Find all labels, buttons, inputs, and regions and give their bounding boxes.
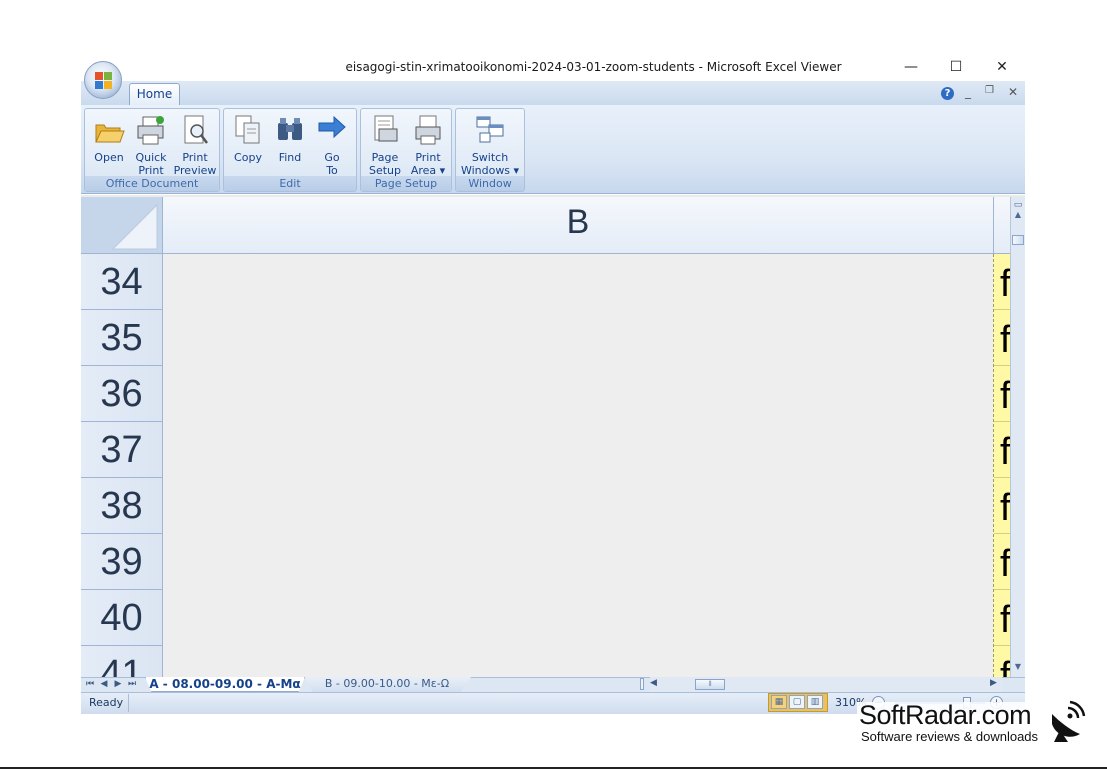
column-header-b[interactable]: B <box>163 197 993 254</box>
first-sheet-icon[interactable]: ⏮ <box>84 678 96 691</box>
group-label: Window <box>456 176 524 191</box>
horizontal-scroll-thumb[interactable]: ⦀ <box>695 679 725 690</box>
sheet-tab-a[interactable]: A - 08.00-09.00 - Α-Μα <box>145 677 305 692</box>
group-label: Page Setup <box>361 176 451 191</box>
page-setup-icon <box>374 115 398 142</box>
cell[interactable]: f <box>994 366 1010 422</box>
page-layout-view-icon[interactable]: ▢ <box>789 695 805 709</box>
scroll-left-arrow-icon[interactable]: ◀ <box>650 678 657 688</box>
normal-view-icon[interactable]: ▦ <box>771 695 787 709</box>
binoculars-icon <box>278 118 302 140</box>
vertical-scrollbar[interactable]: ▭ ▲ ▼ <box>1010 197 1025 677</box>
cell[interactable]: f <box>994 310 1010 366</box>
print-area-icon <box>415 115 441 145</box>
group-edit: Copy Find Go To Edit <box>223 108 357 192</box>
row-header[interactable]: 40 <box>81 590 163 646</box>
column-header-label: B <box>566 203 590 241</box>
row-header[interactable]: 37 <box>81 422 163 478</box>
close-button[interactable]: ✕ <box>982 56 1022 78</box>
previous-sheet-icon[interactable]: ◀ <box>98 678 110 691</box>
status-ready-text: Ready <box>89 696 124 709</box>
row-header[interactable]: 34 <box>81 254 163 310</box>
cell[interactable]: f <box>994 254 1010 310</box>
page-setup-button[interactable]: Page Setup <box>364 113 406 177</box>
workbook-close-button[interactable]: ✕ <box>1008 85 1018 99</box>
vertical-scroll-thumb[interactable] <box>1012 235 1024 245</box>
select-all-corner[interactable] <box>81 197 163 254</box>
tab-home[interactable]: Home <box>129 83 180 105</box>
quick-print-button[interactable]: Quick Print <box>131 113 171 177</box>
office-logo-icon <box>95 72 112 89</box>
row-header[interactable]: 41 <box>81 646 163 677</box>
open-folder-icon <box>95 124 125 143</box>
row-header[interactable]: 35 <box>81 310 163 366</box>
group-label: Office Document <box>85 176 219 191</box>
ribbon-tab-strip <box>81 81 1025 106</box>
sheet-tab-b[interactable]: B - 09.00-10.00 - Με-Ω <box>303 677 471 692</box>
office-button[interactable] <box>84 61 122 99</box>
workbook-minimize-button[interactable]: _ <box>965 85 971 99</box>
print-area-button[interactable]: Print Area ▾ <box>408 113 448 177</box>
page-break-preview-icon[interactable]: ▥ <box>807 695 823 709</box>
switch-windows-button[interactable]: Switch Windows ▾ <box>459 113 521 177</box>
cell[interactable]: f <box>994 534 1010 590</box>
go-to-button[interactable]: Go To <box>312 113 352 177</box>
scroll-down-arrow-icon[interactable]: ▼ <box>1012 661 1024 673</box>
cell[interactable]: f <box>994 646 1010 677</box>
column-header-c[interactable] <box>993 197 1010 254</box>
minimize-button[interactable]: — <box>891 56 931 78</box>
window-title: eisagogi-stin-xrimatooikonomi-2024-03-01… <box>345 60 842 74</box>
watermark-name: SoftRadar.com <box>859 700 1032 730</box>
column-c-cells[interactable]: f f f f f f f f <box>993 254 1010 677</box>
group-page-setup: Page Setup Print Area ▾ Page Setup <box>360 108 452 192</box>
group-window: Switch Windows ▾ Window <box>455 108 525 192</box>
watermark-tagline: Software reviews & downloads <box>861 729 1039 744</box>
cell[interactable]: f <box>994 478 1010 534</box>
maximize-button[interactable]: ☐ <box>936 56 976 78</box>
copy-button[interactable]: Copy <box>226 113 270 164</box>
row-headers: 34 35 36 37 38 39 40 41 <box>81 254 163 677</box>
workbook-restore-button[interactable]: ❐ <box>985 85 994 96</box>
next-sheet-icon[interactable]: ▶ <box>112 678 124 691</box>
group-label: Edit <box>224 176 356 191</box>
cell-range-column-b[interactable] <box>163 254 993 677</box>
group-office-document: Open Quick Print Print Preview Office Do… <box>84 108 220 192</box>
print-preview-button[interactable]: Print Preview <box>173 113 217 177</box>
row-header[interactable]: 36 <box>81 366 163 422</box>
status-divider <box>128 694 129 712</box>
open-button[interactable]: Open <box>88 113 130 164</box>
row-header[interactable]: 39 <box>81 534 163 590</box>
switch-windows-icon <box>476 116 504 143</box>
cell[interactable]: f <box>994 590 1010 646</box>
scroll-up-arrow-icon[interactable]: ▲ <box>1012 209 1024 221</box>
scroll-right-arrow-icon[interactable]: ▶ <box>990 678 997 688</box>
satellite-dish-icon <box>1052 700 1086 742</box>
row-header[interactable]: 38 <box>81 478 163 534</box>
cell[interactable]: f <box>994 422 1010 478</box>
print-preview-icon <box>184 115 208 144</box>
last-sheet-icon[interactable]: ⏭ <box>126 678 138 691</box>
tab-split-handle[interactable] <box>640 678 644 690</box>
quick-print-icon <box>137 116 164 145</box>
select-all-triangle-icon <box>111 203 158 250</box>
find-button[interactable]: Find <box>270 113 310 164</box>
arrow-right-icon <box>318 115 346 139</box>
help-icon[interactable]: ? <box>941 85 954 100</box>
copy-icon <box>235 115 260 144</box>
